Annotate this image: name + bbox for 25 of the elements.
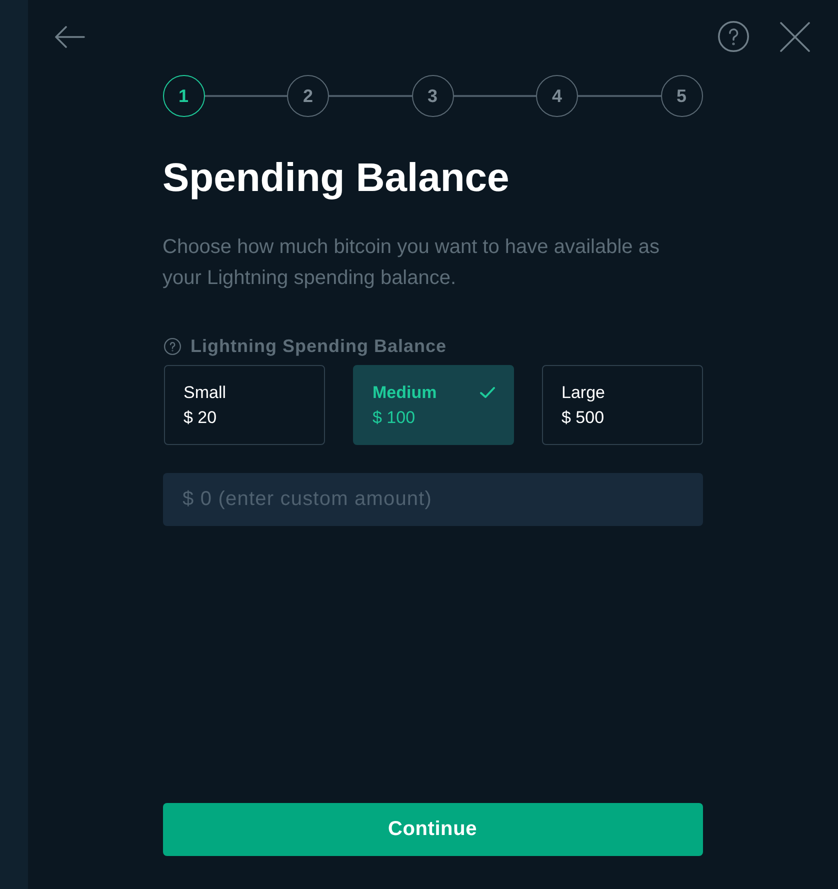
option-amount: $ 20 <box>184 407 218 428</box>
back-arrow-icon <box>55 26 85 48</box>
option-amount: $ 100 <box>372 407 416 428</box>
description-text: Choose how much bitcoin you want to have available as your Lightning spending balance. <box>162 235 660 291</box>
help-icon <box>718 21 749 52</box>
amount-option[interactable]: Small $ 20 <box>164 365 324 445</box>
check-icon <box>480 387 494 398</box>
option-name: Medium <box>372 382 437 403</box>
step-indicator: 4 <box>536 75 578 117</box>
step-indicator: 5 <box>660 75 702 117</box>
option-amount: $ 500 <box>562 407 606 428</box>
help-button[interactable] <box>718 21 749 52</box>
amount-option[interactable]: Medium $ 100 <box>352 365 514 445</box>
step-indicator: 3 <box>412 75 454 117</box>
page-title: Spending Balance <box>162 155 510 202</box>
step-indicator: 2 <box>287 75 329 117</box>
back-button[interactable] <box>55 26 85 48</box>
option-name: Large <box>562 382 605 403</box>
close-icon <box>780 22 810 52</box>
step-indicator: 1 <box>162 75 204 117</box>
field-label: Lightning Spending Balance <box>190 335 446 357</box>
option-name: Small <box>184 382 226 403</box>
close-button[interactable] <box>780 22 810 52</box>
help-icon <box>164 338 180 354</box>
amount-option[interactable]: Large $ 500 <box>542 365 702 445</box>
